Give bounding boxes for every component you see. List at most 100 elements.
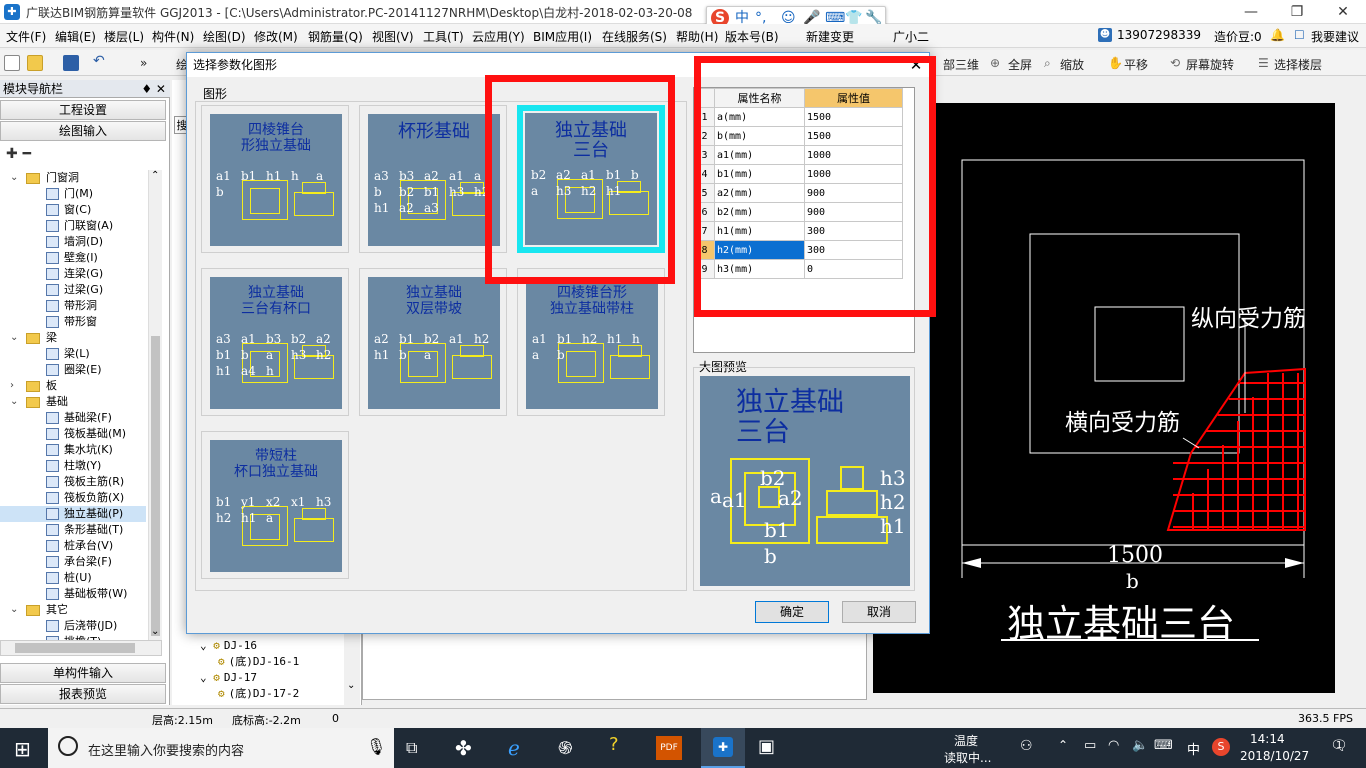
menu-new-change[interactable]: 新建变更 bbox=[806, 28, 854, 45]
tree-expander-icon[interactable]: › bbox=[10, 381, 19, 391]
expand-collapse-icons[interactable]: ✚ ━ bbox=[6, 146, 31, 162]
account-phone[interactable]: 13907298339 bbox=[1117, 28, 1201, 42]
scroll-down-icon[interactable]: ⌄ bbox=[151, 626, 159, 637]
shape-thumb[interactable]: 四棱锥台 形独立基础 a1 b1 h1 h a b bbox=[201, 105, 349, 253]
swirl-app-icon[interactable]: ֍ bbox=[558, 736, 573, 760]
tree-item[interactable]: 筏板基础(M) bbox=[0, 426, 146, 442]
tree-expander-icon[interactable]: ⌄ bbox=[10, 173, 19, 183]
tree-item[interactable]: 窗(C) bbox=[0, 202, 146, 218]
tree-expander-icon[interactable]: ⌄ bbox=[10, 605, 19, 615]
tree-item[interactable]: 后浇带(JD) bbox=[0, 618, 146, 634]
menu-edit[interactable]: 编辑(E) bbox=[55, 28, 96, 45]
nav-scrollbar[interactable]: ⌃ ⌄ bbox=[148, 170, 162, 640]
mic-search-icon[interactable]: 🎙 bbox=[366, 737, 386, 756]
menu-draw[interactable]: 绘图(D) bbox=[203, 28, 246, 45]
glodon-task-button[interactable]: ✚ bbox=[701, 728, 745, 768]
menu-tools[interactable]: 工具(T) bbox=[423, 28, 464, 45]
clock-time[interactable]: 14:14 bbox=[1250, 732, 1285, 746]
pdf-app-icon[interactable]: PDF bbox=[656, 736, 682, 760]
ok-button[interactable]: 确定 bbox=[755, 601, 829, 623]
taskbar-search[interactable]: 在这里输入你要搜索的内容 🎙 bbox=[48, 728, 394, 768]
windows-start-icon[interactable]: ⊞ bbox=[14, 737, 31, 761]
drawing-canvas[interactable]: 纵向受力筋 横向受力筋 1500 b 独立基础三台 1500 bbox=[873, 103, 1335, 693]
shape-thumb[interactable]: 带短柱 杯口独立基础 b1 y1 x2 x1 h3 h2 h1 a bbox=[201, 431, 349, 579]
open-folder-icon[interactable] bbox=[27, 55, 43, 71]
minimize-button[interactable]: — bbox=[1228, 0, 1274, 24]
tree-item[interactable]: 条形基础(T) bbox=[0, 522, 146, 538]
toolbar-more-icon[interactable]: » bbox=[140, 56, 147, 70]
tree-item[interactable]: 桩(U) bbox=[0, 570, 146, 586]
list-row[interactable]: ⚙ (底)DJ-17-2 bbox=[218, 686, 299, 702]
tree-folder[interactable]: ⌄ 门窗洞 bbox=[0, 170, 146, 186]
single-input-button[interactable]: 单构件输入 bbox=[0, 663, 166, 683]
ie-icon[interactable]: ℯ bbox=[508, 736, 520, 760]
menu-cloud[interactable]: 云应用(Y) bbox=[472, 28, 525, 45]
tree-expander-icon[interactable]: ⌄ bbox=[10, 333, 19, 343]
menu-component[interactable]: 构件(N) bbox=[152, 28, 194, 45]
canvas-scrollbar[interactable] bbox=[1338, 103, 1354, 693]
fan-app-icon[interactable]: ✤ bbox=[455, 736, 472, 760]
list-row[interactable]: ⌄ ⚙ DJ-17 bbox=[200, 670, 257, 686]
menu-modify[interactable]: 修改(M) bbox=[254, 28, 298, 45]
shape-thumb[interactable]: 独立基础 双层带坡 a2 b1 b2 a1 h2 h1 b a bbox=[359, 268, 507, 416]
menu-online[interactable]: 在线服务(S) bbox=[602, 28, 667, 45]
save-icon[interactable] bbox=[63, 55, 79, 71]
tree-folder[interactable]: › 板 bbox=[0, 378, 146, 394]
shape-thumb[interactable]: 独立基础 三台有杯口 a3 a1 b3 b2 a2 b1 b a h3 h2 h1 a4 h bbox=[201, 268, 349, 416]
tree-item[interactable]: 门联窗(A) bbox=[0, 218, 146, 234]
menu-floor[interactable]: 楼层(L) bbox=[104, 28, 144, 45]
tree-item[interactable]: 桩承台(V) bbox=[0, 538, 146, 554]
tree-item[interactable]: 筏板主筋(R) bbox=[0, 474, 146, 490]
tree-item[interactable]: 带形窗 bbox=[0, 314, 146, 330]
toolbar-rotate[interactable]: 屏幕旋转 bbox=[1186, 56, 1234, 73]
menu-file[interactable]: 文件(F) bbox=[6, 28, 46, 45]
hscroll-thumb[interactable] bbox=[15, 643, 135, 653]
tree-item[interactable]: 柱墩(Y) bbox=[0, 458, 146, 474]
scroll-up-icon[interactable]: ⌃ bbox=[151, 170, 159, 181]
tree-item[interactable]: 基础梁(F) bbox=[0, 410, 146, 426]
tray-ime-lang[interactable]: 中 bbox=[1187, 739, 1200, 758]
tree-item[interactable]: 门(M) bbox=[0, 186, 146, 202]
toolbar-zoom[interactable]: 缩放 bbox=[1060, 56, 1084, 73]
tree-folder[interactable]: ⌄ 梁 bbox=[0, 330, 146, 346]
tree-item[interactable]: 独立基础(P) bbox=[0, 506, 146, 522]
menu-version[interactable]: 版本号(B) bbox=[725, 28, 779, 45]
list-row[interactable]: ⌄ ⚙ DJ-16 bbox=[200, 638, 257, 654]
toolbar-pan[interactable]: 平移 bbox=[1124, 56, 1148, 73]
shape-thumb[interactable]: 四棱锥台形 独立基础带柱 a1 b1 h2 h1 h a b bbox=[517, 268, 665, 416]
drawing-input-button[interactable]: 绘图输入 bbox=[0, 121, 166, 141]
price-bean[interactable]: 造价豆:0 bbox=[1214, 28, 1262, 45]
suggest-link[interactable]: 我要建议 bbox=[1311, 28, 1359, 45]
toolbar-select-floor[interactable]: 选择楼层 bbox=[1274, 56, 1322, 73]
tree-folder[interactable]: ⌄ 其它 bbox=[0, 602, 146, 618]
tree-item[interactable]: 墙洞(D) bbox=[0, 234, 146, 250]
help-app-icon[interactable]: ? bbox=[609, 734, 619, 755]
menu-bim[interactable]: BIM应用(I) bbox=[533, 28, 592, 45]
tree-folder[interactable]: ⌄ 基础 bbox=[0, 394, 146, 410]
list-row[interactable]: ⚙ (底)DJ-16-1 bbox=[218, 654, 299, 670]
tree-item[interactable]: 圈梁(E) bbox=[0, 362, 146, 378]
sogou-tray-icon[interactable]: S bbox=[1212, 738, 1230, 756]
tree-item[interactable]: 集水坑(K) bbox=[0, 442, 146, 458]
tree-item[interactable]: 梁(L) bbox=[0, 346, 146, 362]
volume-icon[interactable]: 🔈 bbox=[1132, 738, 1148, 753]
undo-icon[interactable]: ↶ bbox=[93, 53, 105, 69]
toolbar-fullscreen[interactable]: 全屏 bbox=[1008, 56, 1032, 73]
tree-item[interactable]: 带形洞 bbox=[0, 298, 146, 314]
toolbar-3d[interactable]: 部三维 bbox=[943, 56, 979, 73]
task-view-icon[interactable]: ⧉ bbox=[406, 738, 417, 758]
menu-help[interactable]: 帮助(H) bbox=[676, 28, 718, 45]
nav-pin-close[interactable]: ♦ ✕ bbox=[141, 80, 166, 98]
close-button[interactable]: ✕ bbox=[1320, 0, 1366, 24]
menu-rebar[interactable]: 钢筋量(Q) bbox=[308, 28, 363, 45]
tree-item[interactable]: 承台梁(F) bbox=[0, 554, 146, 570]
scroll-thumb[interactable] bbox=[151, 336, 160, 636]
keyboard-tray-icon[interactable]: ⌨ bbox=[1154, 738, 1173, 753]
battery-icon[interactable]: ▭ bbox=[1084, 738, 1096, 753]
list-expander-icon[interactable]: ⌄ bbox=[200, 639, 213, 652]
clock-date[interactable]: 2018/10/27 bbox=[1240, 749, 1309, 763]
list-scroll-down-icon[interactable]: ⌄ bbox=[347, 680, 355, 691]
cancel-button[interactable]: 取消 bbox=[842, 601, 916, 623]
menu-view[interactable]: 视图(V) bbox=[372, 28, 414, 45]
report-preview-button[interactable]: 报表预览 bbox=[0, 684, 166, 704]
